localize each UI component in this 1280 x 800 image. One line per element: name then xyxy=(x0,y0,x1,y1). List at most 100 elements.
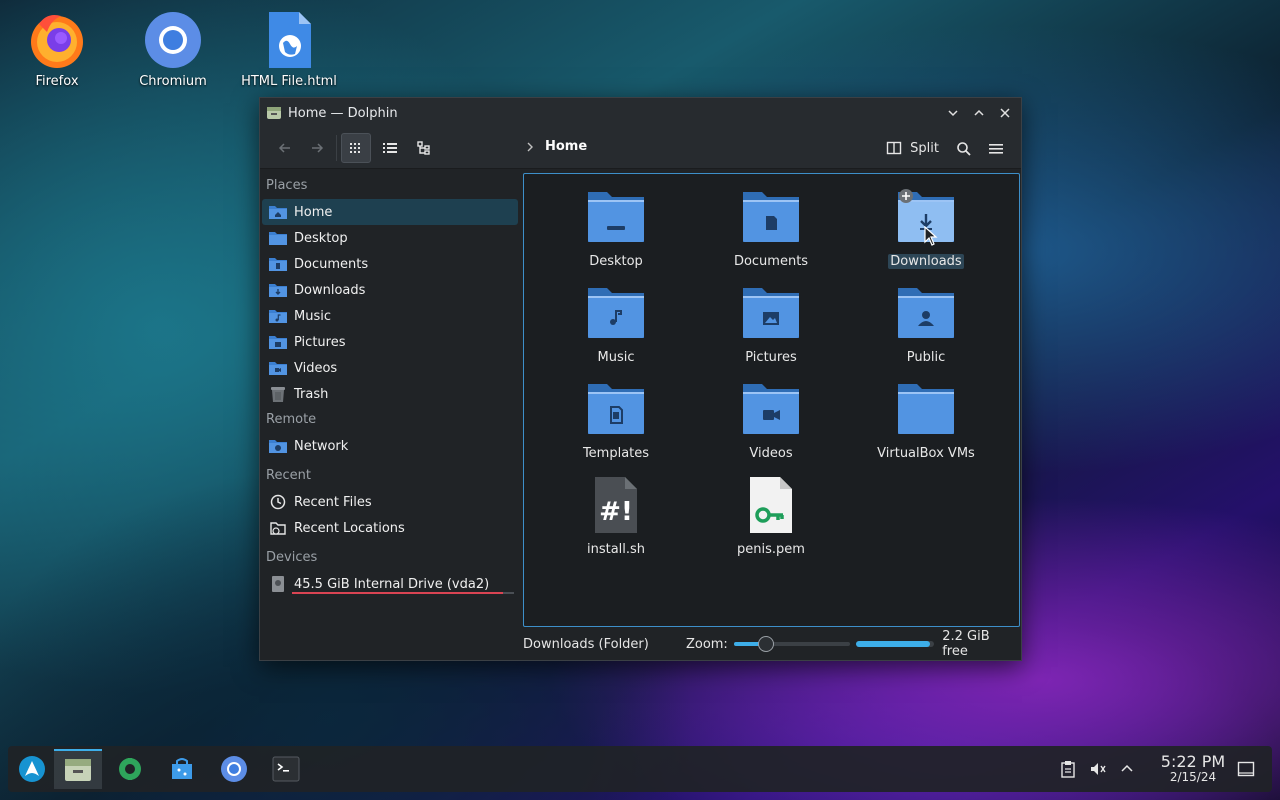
recent-locations-icon xyxy=(268,519,288,537)
status-selection: Downloads (Folder) xyxy=(523,636,649,652)
taskbar-chromium[interactable] xyxy=(210,749,258,789)
taskbar-konsole[interactable] xyxy=(262,749,310,789)
clock-date: 2/15/24 xyxy=(1169,770,1217,784)
documents-folder-icon xyxy=(742,188,800,246)
sidebar-item-label: Videos xyxy=(294,360,338,376)
icons-view-button[interactable] xyxy=(341,133,371,163)
clipboard-tray-icon[interactable] xyxy=(1056,757,1080,781)
folder-icon xyxy=(897,380,955,438)
firefox-icon xyxy=(27,10,87,70)
free-space-label: 2.2 GiB free xyxy=(942,629,990,659)
sidebar-item-label: Recent Files xyxy=(294,494,372,510)
list-view-icon xyxy=(383,143,397,153)
file-item-label: Downloads xyxy=(888,254,964,269)
terminal-icon xyxy=(272,756,300,782)
chevron-up-icon xyxy=(974,109,984,116)
discover-store-icon xyxy=(172,758,192,779)
arch-launcher-icon xyxy=(19,756,45,782)
application-launcher-button[interactable] xyxy=(8,749,56,789)
show-desktop-button[interactable] xyxy=(1234,757,1258,781)
key-file-icon xyxy=(742,476,800,534)
desktop-icon-firefox[interactable]: Firefox xyxy=(2,10,112,89)
sidebar-item-desktop[interactable]: Desktop xyxy=(262,225,518,251)
forward-button[interactable] xyxy=(302,133,332,163)
taskbar: 5:22 PM 2/15/24 xyxy=(8,746,1272,792)
taskbar-dolphin[interactable] xyxy=(54,749,102,789)
file-item-label: Documents xyxy=(733,254,809,269)
file-item-label: Desktop xyxy=(589,254,643,269)
dolphin-app-icon xyxy=(65,759,91,781)
recent-header: Recent xyxy=(266,468,311,483)
desktop-icon-chromium[interactable]: Chromium xyxy=(118,10,228,89)
sidebar-item-recent-files[interactable]: Recent Files xyxy=(262,489,518,515)
main-toolbar: Home Split xyxy=(260,128,1021,169)
sidebar-item-home[interactable]: Home xyxy=(262,199,518,225)
close-button[interactable] xyxy=(995,103,1015,123)
desktop-icon-label: Firefox xyxy=(35,74,79,89)
system-tray-expand-button[interactable] xyxy=(1115,757,1139,781)
dolphin-app-icon xyxy=(266,105,282,121)
file-view[interactable]: Desktop Documents Downloads Music Pictures Pu… xyxy=(523,173,1020,627)
back-button[interactable] xyxy=(270,133,300,163)
file-item[interactable]: Music xyxy=(546,284,686,365)
split-button[interactable]: Split xyxy=(886,134,939,162)
file-item[interactable]: Desktop xyxy=(546,188,686,269)
sidebar-item-downloads[interactable]: Downloads xyxy=(262,277,518,303)
split-label: Split xyxy=(910,140,939,156)
desktop-icon-label: HTML File.html xyxy=(241,74,337,89)
volume-muted-tray-icon[interactable] xyxy=(1086,757,1110,781)
sidebar-item-recent-locations[interactable]: Recent Locations xyxy=(262,515,518,541)
file-item[interactable]: penis.pem xyxy=(701,476,841,557)
zoom-slider-handle[interactable] xyxy=(758,636,775,652)
sidebar-item-videos[interactable]: Videos xyxy=(262,355,518,381)
pictures-folder-icon xyxy=(268,333,288,351)
sidebar-item-documents[interactable]: Documents xyxy=(262,251,518,277)
sidebar-item-network[interactable]: Network xyxy=(262,433,518,459)
file-item[interactable]: Documents xyxy=(701,188,841,269)
sidebar-item-trash[interactable]: Trash xyxy=(262,381,518,407)
drive-icon xyxy=(268,575,288,593)
breadcrumb-home[interactable]: Home xyxy=(545,139,587,154)
pictures-folder-icon xyxy=(742,284,800,342)
remote-header: Remote xyxy=(266,412,317,427)
music-folder-icon xyxy=(587,284,645,342)
minimize-button[interactable] xyxy=(943,103,963,123)
zoom-slider[interactable] xyxy=(733,636,850,652)
chromium-icon xyxy=(143,10,203,70)
file-item[interactable]: Public xyxy=(856,284,996,365)
search-button[interactable] xyxy=(949,134,979,164)
chevron-up-icon xyxy=(1121,764,1133,772)
sidebar-item-label: Home xyxy=(294,204,333,220)
details-view-button[interactable] xyxy=(409,133,439,163)
file-item-label: install.sh xyxy=(586,542,646,557)
templates-folder-icon xyxy=(587,380,645,438)
free-space-fill xyxy=(855,641,931,647)
mouse-cursor-icon xyxy=(924,226,938,246)
digital-clock[interactable]: 5:22 PM 2/15/24 xyxy=(1148,752,1238,784)
taskbar-discover[interactable] xyxy=(158,749,206,789)
file-item[interactable]: Pictures xyxy=(701,284,841,365)
file-item-label: Videos xyxy=(749,446,793,461)
sidebar-item-music[interactable]: Music xyxy=(262,303,518,329)
home-folder-icon xyxy=(268,203,288,221)
hamburger-menu-button[interactable] xyxy=(981,134,1011,164)
compact-view-button[interactable] xyxy=(375,133,405,163)
sidebar-item-pictures[interactable]: Pictures xyxy=(262,329,518,355)
file-item[interactable]: #! install.sh xyxy=(546,476,686,557)
file-item[interactable]: VirtualBox VMs xyxy=(856,380,996,461)
maximize-button[interactable] xyxy=(969,103,989,123)
sidebar-item-label: Desktop xyxy=(294,230,348,246)
breadcrumb[interactable]: Home xyxy=(525,139,587,154)
zoom-label: Zoom: xyxy=(685,636,728,652)
grid-view-icon xyxy=(350,143,360,153)
clock-time: 5:22 PM xyxy=(1160,752,1226,771)
sidebar-item-label: Downloads xyxy=(294,282,366,298)
drive-usage-fill xyxy=(292,592,503,594)
desktop-folder-icon xyxy=(268,229,288,247)
file-item[interactable]: Videos xyxy=(701,380,841,461)
file-item[interactable]: Templates xyxy=(546,380,686,461)
desktop-icon-html-file[interactable]: HTML File.html xyxy=(234,10,344,89)
taskbar-system-settings[interactable] xyxy=(106,749,154,789)
trash-icon xyxy=(268,385,288,403)
window-titlebar[interactable]: Home — Dolphin xyxy=(260,98,1021,128)
